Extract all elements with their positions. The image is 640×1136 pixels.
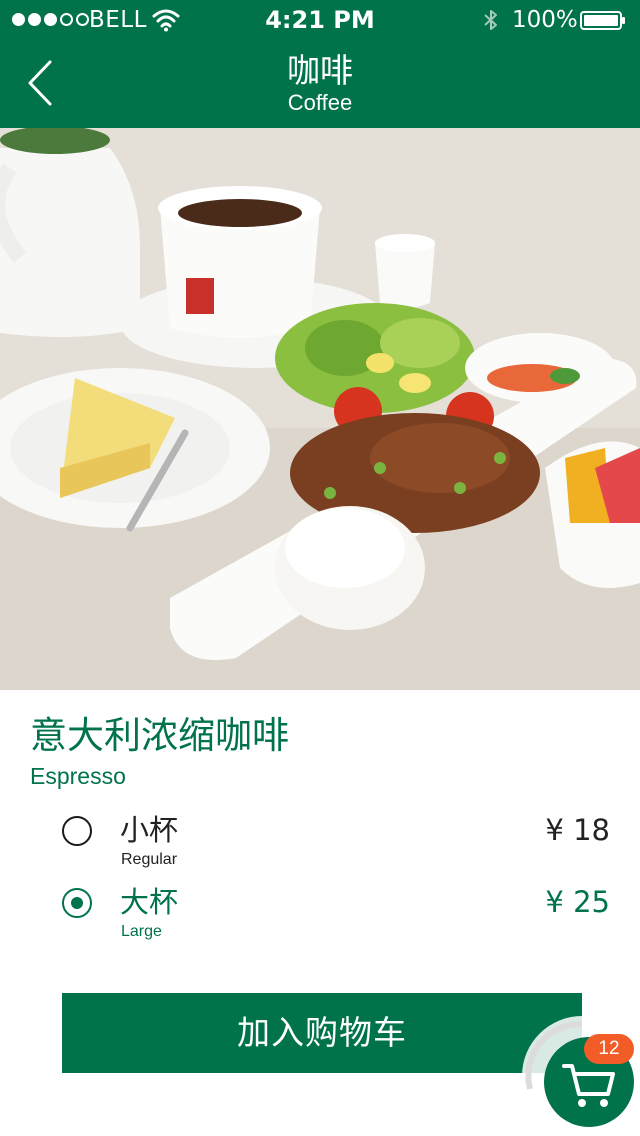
product-photo [0, 128, 640, 690]
cart-count-badge: 12 [584, 1034, 634, 1064]
add-to-cart-button[interactable]: 加入购物车 [62, 993, 582, 1073]
battery-percentage: 100% [512, 7, 578, 33]
page-title: 咖啡 [287, 51, 353, 90]
radio-button-selected[interactable] [62, 888, 92, 918]
size-price: ¥ 25 [545, 885, 610, 919]
size-sublabel: Large [121, 923, 162, 940]
page-subtitle: Coffee [287, 90, 353, 115]
cart-button[interactable] [520, 1014, 640, 1136]
size-option-large[interactable]: 大杯 Large ¥ 25 [0, 884, 640, 948]
size-option-regular[interactable]: 小杯 Regular ¥ 18 [0, 812, 640, 876]
size-sublabel: Regular [121, 851, 178, 868]
product-detail-screen: BELL 4:21 PM 100% 咖啡 Coffee 意大利浓缩咖啡 Espr… [0, 0, 640, 1136]
meal-illustration [0, 128, 640, 690]
battery-icon [580, 11, 625, 30]
top-bar: BELL 4:21 PM 100% 咖啡 Coffee [0, 0, 640, 128]
product-name-english: Espresso [30, 763, 126, 789]
status-bar: BELL 4:21 PM 100% [0, 0, 640, 40]
radio-button[interactable] [62, 816, 92, 846]
bluetooth-icon [484, 10, 497, 30]
size-label: 小杯 [120, 813, 179, 847]
navigation-bar: 咖啡 Coffee [0, 40, 640, 128]
size-price: ¥ 18 [545, 813, 610, 847]
size-label: 大杯 [120, 885, 179, 919]
product-name: 意大利浓缩咖啡 [30, 714, 289, 757]
